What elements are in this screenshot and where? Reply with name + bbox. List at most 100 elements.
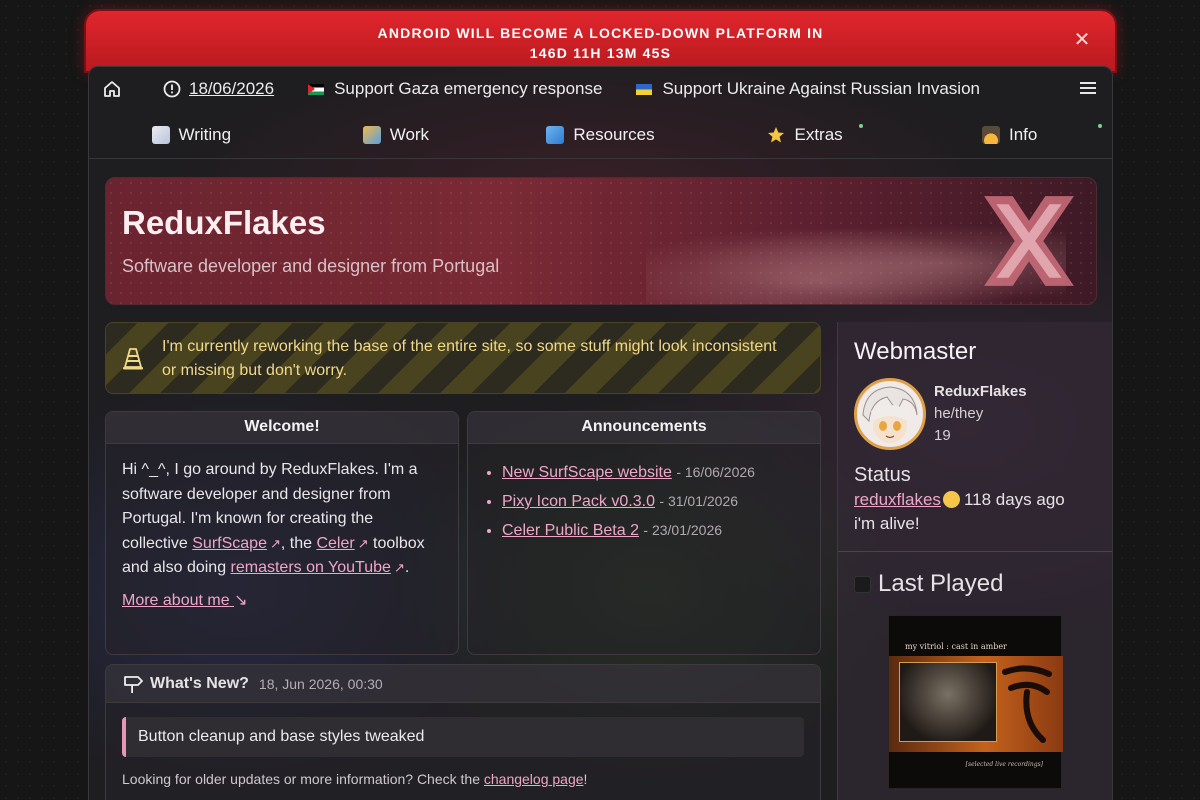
announcements-title: Announcements (468, 412, 820, 444)
webmaster-title: Webmaster (854, 338, 977, 365)
whats-new-card: What's New? 18, Jun 2026, 00:30 Button c… (105, 664, 821, 800)
announcement-link[interactable]: Celer Public Beta 2 (502, 522, 639, 539)
book-icon (546, 126, 565, 144)
ukraine-flag-icon (636, 83, 653, 95)
close-icon[interactable]: ✕ (1071, 29, 1093, 51)
tab-resources[interactable]: Resources (498, 112, 703, 158)
youtube-remasters-link[interactable]: remasters on YouTube (231, 559, 391, 576)
signpost-icon (124, 675, 143, 693)
album-artwork (889, 656, 1063, 752)
announcement-link[interactable]: New SurfScape website (502, 464, 672, 481)
album-cover[interactable]: my vitriol : cast in amber [selected liv… (888, 615, 1063, 789)
status-user-link[interactable]: reduxflakes (854, 490, 941, 509)
tab-info[interactable]: Info (907, 112, 1112, 158)
welcome-card: Welcome! Hi ^_^, I go around by ReduxFla… (105, 411, 459, 655)
list-item: Pixy Icon Pack v0.3.0 - 31/01/2026 (502, 487, 820, 516)
external-link-icon: ↗ (357, 535, 369, 551)
last-played-header: Last Played (854, 570, 1003, 598)
palestine-flag-icon (308, 83, 325, 95)
more-about-me-label: More about me (122, 591, 230, 609)
ukraine-support-link[interactable]: Support Ukraine Against Russian Invasion (636, 79, 980, 99)
welcome-the: , the (280, 534, 317, 552)
announcements-card: Announcements New SurfScape website - 16… (467, 411, 821, 655)
status-message: i'm alive! (854, 514, 920, 533)
countdown-banner: ANDROID WILL BECOME A LOCKED-DOWN PLATFO… (84, 9, 1117, 73)
album-subtitle-text: [selected live recordings] (965, 761, 1043, 768)
arrow-down-right-icon: ↘ (234, 591, 248, 609)
album-photo (899, 662, 997, 742)
changelog-prefix: Looking for older updates or more inform… (122, 771, 484, 787)
alert-circle-icon (163, 80, 181, 98)
album-glyph-icon (1002, 665, 1052, 743)
changelog-footer: Looking for older updates or more inform… (122, 771, 587, 787)
music-app-icon (854, 575, 871, 593)
hamburger-menu-icon[interactable] (1078, 79, 1098, 99)
webmaster-section: Webmaster ReduxFlakes he/they 19 Status … (838, 322, 1112, 552)
external-link-icon: ↗ (269, 535, 281, 551)
welcome-period: . (404, 559, 410, 576)
main-frame: 18/06/2026 Support Gaza emergency respon… (88, 66, 1113, 800)
star-icon (767, 126, 785, 144)
notice-text: I'm currently reworking the base of the … (162, 338, 777, 379)
list-item: Celer Public Beta 2 - 23/01/2026 (502, 516, 820, 545)
more-about-me-link[interactable]: More about me ↘ (122, 589, 442, 614)
ukraine-support-label: Support Ukraine Against Russian Invasion (662, 79, 980, 98)
welcome-body: Hi ^_^, I go around by ReduxFlakes. I'm … (106, 444, 458, 627)
date-item: 18/06/2026 (163, 79, 274, 99)
tab-extras[interactable]: Extras (703, 112, 908, 158)
home-icon (103, 80, 121, 98)
new-indicator-dot (1097, 124, 1102, 128)
tab-work-label: Work (389, 125, 430, 144)
site-title: ReduxFlakes (122, 204, 326, 241)
hero-banner: ReduxFlakes Software developer and desig… (105, 177, 1097, 305)
banner-countdown: 146D 11H 13M 45S (529, 45, 672, 61)
announcement-link[interactable]: Pixy Icon Pack v0.3.0 (502, 493, 655, 510)
upside-down-smiley-icon (942, 491, 960, 508)
webmaster-name: ReduxFlakes (934, 383, 1027, 400)
construction-notice: I'm currently reworking the base of the … (105, 322, 821, 394)
whats-new-header: What's New? 18, Jun 2026, 00:30 (106, 665, 820, 703)
writing-icon (151, 126, 170, 144)
home-button[interactable] (103, 80, 129, 98)
banner-line-1: ANDROID WILL BECOME A LOCKED-DOWN PLATFO… (377, 25, 824, 41)
traffic-cone-icon (123, 348, 143, 370)
banner-text: ANDROID WILL BECOME A LOCKED-DOWN PLATFO… (86, 23, 1115, 63)
changelog-suffix: ! (583, 771, 588, 787)
changelog-link[interactable]: changelog page (484, 771, 584, 787)
new-indicator-dot (859, 124, 864, 128)
announcements-list: New SurfScape website - 16/06/2026 Pixy … (468, 444, 820, 545)
status-time: 118 days ago (963, 490, 1065, 509)
site-subtitle: Software developer and designer from Por… (122, 256, 500, 276)
announcement-date: - 31/01/2026 (659, 493, 739, 509)
tab-writing-label: Writing (178, 125, 232, 144)
tab-info-label: Info (1008, 125, 1038, 144)
tab-writing[interactable]: Writing (89, 112, 294, 158)
tab-resources-label: Resources (573, 125, 655, 144)
tab-extras-label: Extras (794, 125, 843, 144)
gaza-support-label: Support Gaza emergency response (334, 79, 603, 98)
info-sunrise-icon (981, 126, 1000, 144)
celer-link[interactable]: Celer (316, 535, 354, 552)
section-nav: Writing Work Resources Extras Info (89, 112, 1112, 159)
update-entry: Button cleanup and base styles tweaked (122, 717, 804, 757)
webmaster-pronouns: he/they (934, 405, 984, 422)
status-line: reduxflakes 118 days ago (854, 490, 1065, 510)
tab-work[interactable]: Work (294, 112, 499, 158)
top-nav: 18/06/2026 Support Gaza emergency respon… (89, 67, 1112, 111)
welcome-title: Welcome! (106, 412, 458, 444)
list-item: New SurfScape website - 16/06/2026 (502, 458, 820, 487)
album-title-text: my vitriol : cast in amber (905, 642, 1007, 651)
work-icon (362, 126, 381, 144)
status-title: Status (854, 464, 911, 486)
avatar (854, 378, 926, 450)
last-played-title: Last Played (878, 570, 1004, 597)
announcement-date: - 23/01/2026 (643, 522, 723, 538)
date-link[interactable]: 18/06/2026 (189, 79, 274, 99)
whats-new-title: What's New? (150, 674, 249, 692)
external-link-icon: ↗ (393, 560, 405, 575)
announcement-date: - 16/06/2026 (676, 464, 755, 480)
whats-new-timestamp: 18, Jun 2026, 00:30 (258, 675, 383, 692)
webmaster-age: 19 (934, 427, 951, 444)
surfscape-link[interactable]: SurfScape (192, 535, 267, 552)
gaza-support-link[interactable]: Support Gaza emergency response (308, 79, 602, 99)
